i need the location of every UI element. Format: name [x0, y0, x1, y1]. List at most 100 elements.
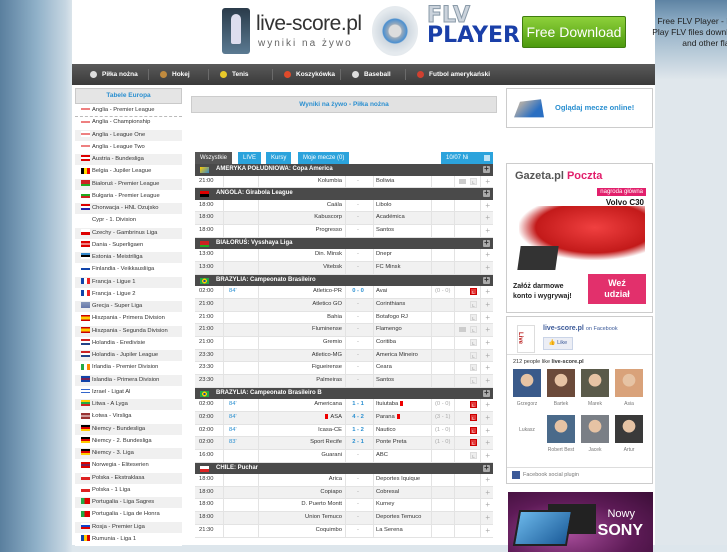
fan-avatar[interactable] — [547, 369, 575, 397]
fan-name[interactable]: Lukasz — [510, 427, 544, 433]
match-row[interactable]: 21:00 Atletico GO - Corinthians L + — [195, 298, 493, 312]
away-team[interactable]: Parana — [376, 412, 402, 424]
sony-ad[interactable]: Nowy SONY — [508, 492, 653, 552]
live-commentary-icon[interactable]: L — [470, 376, 477, 384]
home-team[interactable]: Din. Minsk — [265, 249, 342, 261]
match-score[interactable]: - — [345, 350, 371, 362]
away-team[interactable]: Kurney — [376, 499, 394, 511]
match-score[interactable]: - — [345, 299, 371, 311]
match-score[interactable]: - — [345, 312, 371, 324]
gazeta-ad[interactable]: Gazeta.pl Poczta nagroda główna Volvo C3… — [506, 163, 653, 313]
expand-icon[interactable] — [483, 187, 490, 199]
home-team[interactable]: Atletico GO — [265, 299, 342, 311]
fan-name[interactable]: Jacek — [578, 447, 612, 453]
expand-icon[interactable] — [483, 462, 490, 473]
live-commentary-icon[interactable]: L — [470, 351, 477, 359]
fan-name[interactable]: Robert Best — [544, 447, 578, 453]
sidebar-item[interactable]: Francja - Ligue 1 — [75, 276, 182, 289]
home-team[interactable]: Fluminense — [265, 324, 342, 336]
match-score[interactable]: - — [345, 512, 371, 524]
match-score[interactable]: - — [345, 249, 371, 261]
site-logo[interactable]: live-score.pl wyniki na żywo — [222, 8, 362, 56]
flv-ad-description[interactable]: Free FLV Player - Flash Play FLV files d… — [627, 16, 727, 49]
live-commentary-icon[interactable]: L — [470, 313, 477, 321]
match-row[interactable]: 18:00 Copiapo - Cobresal + — [195, 486, 493, 500]
league-header[interactable]: BRAZYLIA: Campeonato Brasileiro B — [195, 387, 493, 400]
away-team[interactable]: Académica — [376, 212, 405, 224]
nav-item-4[interactable]: Baseball — [352, 64, 391, 85]
away-team[interactable]: Santos — [376, 375, 394, 387]
sidebar-item[interactable]: Anglia - League Two — [75, 141, 182, 154]
fan-name[interactable]: Artur — [612, 447, 646, 453]
sidebar-item[interactable]: Hiszpania - Segunda Division — [75, 325, 182, 338]
match-row[interactable]: 02:00 84' Atletico-PR 0 - 0 Avai (0 - 0) L + — [195, 286, 493, 299]
add-to-my-matches-icon[interactable]: + — [485, 487, 490, 499]
sidebar-item[interactable]: Holandia - Jupiler League — [75, 350, 182, 363]
sidebar-item[interactable]: Hiszpania - Primera Division — [75, 313, 182, 326]
live-commentary-icon[interactable]: L — [470, 451, 477, 459]
fan-avatar[interactable] — [615, 415, 643, 443]
fan-avatar[interactable] — [547, 415, 575, 443]
sidebar-item[interactable]: Niemcy - 2. Bundesliga — [75, 435, 182, 448]
match-row[interactable]: 13:00 Din. Minsk - Dnepr + — [195, 249, 493, 262]
match-score[interactable]: - — [345, 487, 371, 499]
sidebar-item[interactable]: Islandia - Primera Division — [75, 374, 182, 387]
live-commentary-icon[interactable]: L — [470, 413, 477, 421]
sidebar-item[interactable]: Łotwa - Virsliga — [75, 411, 182, 424]
away-team[interactable]: La Serena — [376, 525, 403, 537]
sidebar-item[interactable]: Bułgaria - Premier League — [75, 190, 182, 203]
home-team[interactable]: Coquimbo — [265, 525, 342, 537]
match-score[interactable]: 2 - 1 — [345, 437, 371, 449]
sidebar-item[interactable]: Cypr - 1. Division — [75, 215, 182, 228]
away-team[interactable]: America Mineiro — [376, 350, 418, 362]
add-to-my-matches-icon[interactable]: + — [485, 499, 490, 511]
match-row[interactable]: 21:30 Coquimbo - La Serena + — [195, 524, 493, 538]
add-to-my-matches-icon[interactable]: + — [485, 450, 490, 462]
home-team[interactable]: Americana — [265, 399, 342, 411]
away-team[interactable]: Corinthians — [376, 299, 405, 311]
away-team[interactable]: FC Minsk — [376, 262, 400, 274]
tv-icon[interactable] — [459, 178, 466, 184]
home-team[interactable]: Copiapo — [265, 487, 342, 499]
match-score[interactable]: - — [345, 375, 371, 387]
nav-item-1[interactable]: Hokej — [160, 64, 190, 85]
away-team[interactable]: Coritiba — [376, 337, 396, 349]
watch-online-banner[interactable]: Oglądaj mecze online! — [506, 88, 653, 128]
match-row[interactable]: 02:00 84' ASA 4 - 2 Parana (3 - 1) L + — [195, 411, 493, 425]
match-row[interactable]: 18:00 Kabuscorp - Académica + — [195, 212, 493, 226]
fb-page-name[interactable]: live-score.pl — [543, 325, 584, 332]
add-to-my-matches-icon[interactable]: + — [485, 324, 490, 336]
add-to-my-matches-icon[interactable]: + — [485, 525, 490, 537]
away-team[interactable]: Ituiutaba — [376, 399, 405, 411]
fan-name[interactable]: Marek — [578, 401, 612, 407]
match-row[interactable]: 02:00 84' Icasa-CE 1 - 2 Nautico (1 - 0) L + — [195, 424, 493, 438]
sidebar-item[interactable]: Czechy - Gambrinus Liga — [75, 227, 182, 240]
match-row[interactable]: 21:00 Bahia - Botafogo RJ L + — [195, 311, 493, 325]
add-to-my-matches-icon[interactable]: + — [485, 375, 490, 387]
sidebar-item[interactable]: Rosja - Premier Liga — [75, 521, 182, 534]
away-team[interactable]: Deportes Temuco — [376, 512, 421, 524]
sidebar-item[interactable]: Finlandia - Veikkausliiga — [75, 264, 182, 277]
home-team[interactable]: Atletico-MG — [265, 350, 342, 362]
match-score[interactable]: - — [345, 324, 371, 336]
add-to-my-matches-icon[interactable]: + — [485, 212, 490, 224]
sidebar-item[interactable]: Niemcy - 3. Liga — [75, 448, 182, 461]
live-commentary-icon[interactable]: L — [470, 364, 477, 372]
home-team[interactable]: Figueirense — [265, 362, 342, 374]
away-team[interactable]: Ceara — [376, 362, 392, 374]
sidebar-item[interactable]: Portugalia - Liga Sagres — [75, 497, 182, 510]
live-commentary-icon[interactable]: L — [470, 300, 477, 308]
match-row[interactable]: 18:00 Progresso - Santos + — [195, 225, 493, 238]
tab-live[interactable]: LIVE — [238, 152, 262, 164]
league-header[interactable]: ANGOLA: Girabola League — [195, 187, 493, 200]
league-header[interactable]: BIAŁORUŚ: Vysshaya Liga — [195, 237, 493, 250]
sidebar-item[interactable]: Litwa - A Lyga — [75, 399, 182, 412]
away-team[interactable]: Boliwia — [376, 176, 394, 188]
fan-avatar[interactable] — [581, 415, 609, 443]
add-to-my-matches-icon[interactable]: + — [485, 362, 490, 374]
match-score[interactable]: - — [345, 525, 371, 537]
home-team[interactable]: Progresso — [265, 225, 342, 237]
participate-button[interactable]: Weź udział — [588, 274, 646, 304]
sidebar-item[interactable]: Estonia - Meistriliga — [75, 252, 182, 265]
match-row[interactable]: 18:00 Caála - Libolo + — [195, 199, 493, 213]
